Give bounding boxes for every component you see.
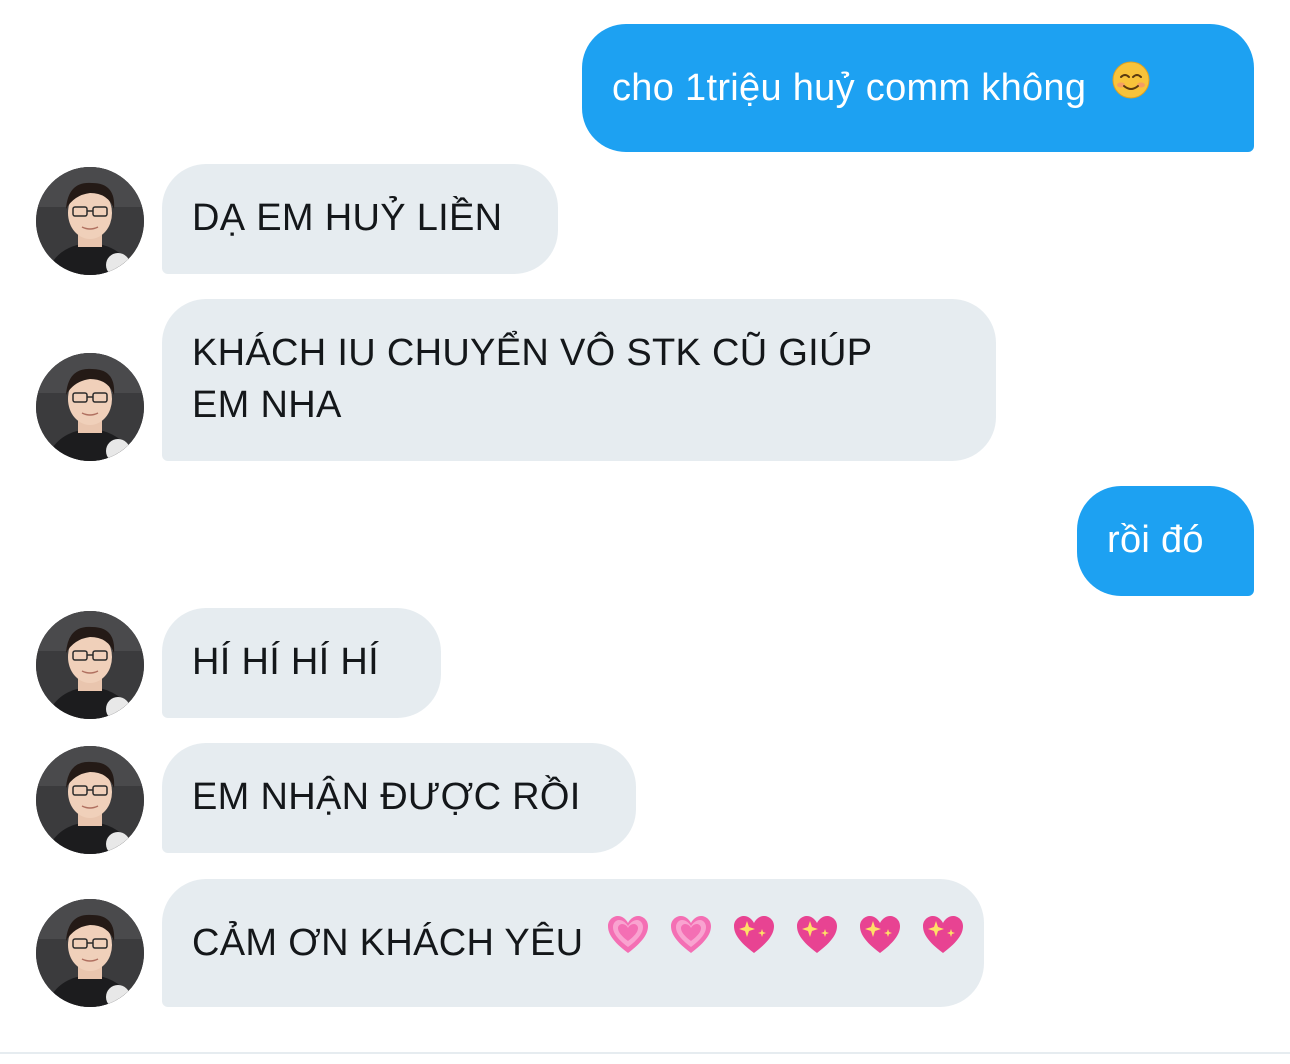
- sparkling-heart-emoji-icon: [732, 915, 776, 969]
- growing-heart-emoji-icon: [669, 915, 713, 969]
- avatar[interactable]: [36, 899, 144, 1007]
- message-bubble[interactable]: DẠ EM HUỶ LIỀN: [162, 164, 558, 274]
- divider: [0, 1052, 1290, 1054]
- avatar[interactable]: [36, 746, 144, 854]
- avatar[interactable]: [36, 611, 144, 719]
- avatar[interactable]: [36, 353, 144, 461]
- message-text: CẢM ƠN KHÁCH YÊU: [192, 922, 584, 964]
- sparkling-heart-emoji-icon: [858, 915, 902, 969]
- message-bubble[interactable]: CẢM ƠN KHÁCH YÊU: [162, 879, 984, 1007]
- message-text: cho 1triệu huỷ comm không: [612, 67, 1087, 109]
- message-bubble[interactable]: rồi đó: [1077, 486, 1254, 596]
- message-bubble[interactable]: cho 1triệu huỷ comm không: [582, 24, 1254, 152]
- message-bubble[interactable]: EM NHẬN ĐƯỢC RỒI: [162, 743, 636, 853]
- message-text: DẠ EM HUỶ LIỀN: [192, 197, 503, 239]
- message-text: EM NHẬN ĐƯỢC RỒI: [192, 776, 581, 818]
- message-text-line: EM NHA: [192, 384, 342, 426]
- growing-heart-emoji-icon: [606, 915, 650, 969]
- message-text: HÍ HÍ HÍ HÍ: [192, 641, 379, 683]
- sparkling-heart-emoji-icon: [921, 915, 965, 969]
- sparkling-heart-emoji-icon: [795, 915, 839, 969]
- smiling-face-emoji-icon: [1111, 60, 1151, 114]
- avatar[interactable]: [36, 167, 144, 275]
- message-bubble[interactable]: KHÁCH IU CHUYỂN VÔ STK CŨ GIÚP EM NHA: [162, 299, 996, 461]
- message-text-line: KHÁCH IU CHUYỂN VÔ STK CŨ GIÚP: [192, 332, 873, 374]
- message-bubble[interactable]: HÍ HÍ HÍ HÍ: [162, 608, 441, 718]
- message-text: rồi đó: [1107, 519, 1204, 561]
- message-thread: cho 1triệu huỷ comm không DẠ EM HUỶ LIỀN…: [0, 0, 1290, 1064]
